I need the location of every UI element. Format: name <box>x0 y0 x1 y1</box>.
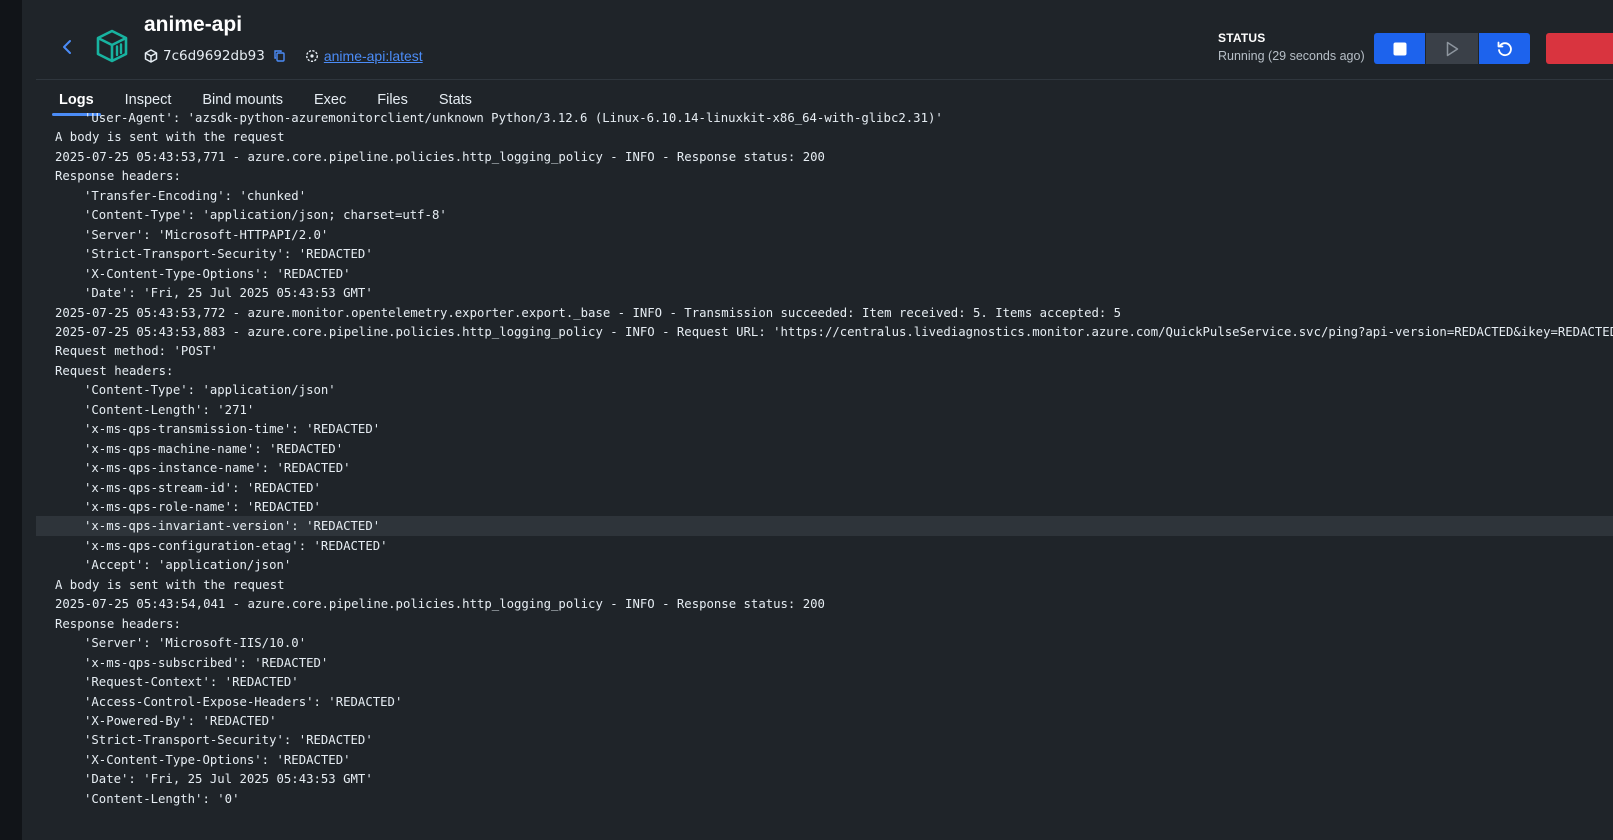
copy-icon[interactable] <box>273 49 287 63</box>
log-line: Request method: 'POST' <box>55 344 218 359</box>
log-line: 'Server': 'Microsoft-HTTPAPI/2.0' <box>84 227 329 242</box>
container-meta: 7c6d9692db93 anime-api:latest <box>144 46 423 66</box>
log-line: Request headers: <box>55 363 174 378</box>
cube-icon <box>144 49 158 63</box>
image-icon <box>305 49 319 63</box>
log-line: 'x-ms-qps-machine-name': 'REDACTED' <box>84 441 344 456</box>
status-label: STATUS <box>1218 31 1266 45</box>
log-line: 2025-07-25 05:43:53,772 - azure.monitor.… <box>55 305 1122 320</box>
log-line: 'x-ms-qps-instance-name': 'REDACTED' <box>84 461 351 476</box>
log-line: 'Accept': 'application/json' <box>84 558 292 573</box>
log-line: 'Content-Length': '0' <box>84 791 240 806</box>
log-line: 'User-Agent': 'azsdk-python-azuremonitor… <box>84 111 943 125</box>
container-detail-panel: anime-api 7c6d9692db93 anime-api:latest … <box>22 0 1613 840</box>
log-line: 'Server': 'Microsoft-IIS/10.0' <box>84 636 307 651</box>
status-block: STATUS Running (29 seconds ago) <box>1218 31 1365 63</box>
container-icon <box>96 29 128 63</box>
log-line: 'x-ms-qps-configuration-etag': 'REDACTED… <box>84 538 388 553</box>
chevron-left-icon <box>63 40 71 54</box>
log-line: 'X-Content-Type-Options': 'REDACTED' <box>84 752 351 767</box>
log-line: 'x-ms-qps-role-name': 'REDACTED' <box>84 500 321 514</box>
container-id: 7c6d9692db93 <box>163 48 265 64</box>
log-line: 'Content-Type': 'application/json' <box>84 383 336 398</box>
log-line: 'Strict-Transport-Security': 'REDACTED' <box>84 733 373 748</box>
log-line: 'X-Content-Type-Options': 'REDACTED' <box>84 266 351 281</box>
delete-button[interactable] <box>1546 33 1613 64</box>
log-line: 'Strict-Transport-Security': 'REDACTED' <box>84 247 373 262</box>
log-line: 'Content-Length': '271' <box>84 402 255 417</box>
log-line: 'x-ms-qps-subscribed': 'REDACTED' <box>84 655 329 670</box>
left-sidebar-strip <box>0 0 22 840</box>
log-line: 2025-07-25 05:43:53,771 - azure.core.pip… <box>55 149 825 164</box>
play-icon <box>1446 41 1459 56</box>
log-line: 'Date': 'Fri, 25 Jul 2025 05:43:53 GMT' <box>84 286 373 301</box>
log-line: 'Date': 'Fri, 25 Jul 2025 05:43:53 GMT' <box>84 772 373 787</box>
log-line: A body is sent with the request <box>55 130 285 145</box>
container-header: anime-api 7c6d9692db93 anime-api:latest … <box>36 0 1613 80</box>
image-link[interactable]: anime-api:latest <box>324 48 423 64</box>
log-line: 'Access-Control-Expose-Headers': 'REDACT… <box>84 694 403 709</box>
page-title: anime-api <box>144 13 243 36</box>
log-line: 'Content-Type': 'application/json; chars… <box>84 208 447 223</box>
log-line: 'x-ms-qps-stream-id': 'REDACTED' <box>84 480 321 495</box>
log-line: 'x-ms-qps-transmission-time': 'REDACTED' <box>84 422 381 437</box>
log-line: 'x-ms-qps-invariant-version': 'REDACTED' <box>36 516 1613 537</box>
back-button[interactable] <box>56 36 78 58</box>
restart-button[interactable] <box>1479 33 1530 64</box>
stop-icon <box>1393 42 1406 55</box>
start-button[interactable] <box>1426 33 1478 64</box>
restart-icon <box>1497 41 1512 56</box>
log-line: 'X-Powered-By': 'REDACTED' <box>84 713 277 728</box>
log-line: Response headers: <box>55 169 181 184</box>
log-line: 'Request-Context': 'REDACTED' <box>84 675 299 690</box>
log-line: 'Transfer-Encoding': 'chunked' <box>84 188 307 203</box>
stop-button[interactable] <box>1374 33 1425 64</box>
log-line: 2025-07-25 05:43:54,041 - azure.core.pip… <box>55 597 825 612</box>
log-output[interactable]: 'User-Agent': 'azsdk-python-azuremonitor… <box>36 111 1613 840</box>
log-line: 2025-07-25 05:43:53,883 - azure.core.pip… <box>55 324 1613 339</box>
log-line: A body is sent with the request <box>55 577 285 592</box>
log-line: Response headers: <box>55 616 181 631</box>
status-value: Running (29 seconds ago) <box>1218 49 1365 63</box>
